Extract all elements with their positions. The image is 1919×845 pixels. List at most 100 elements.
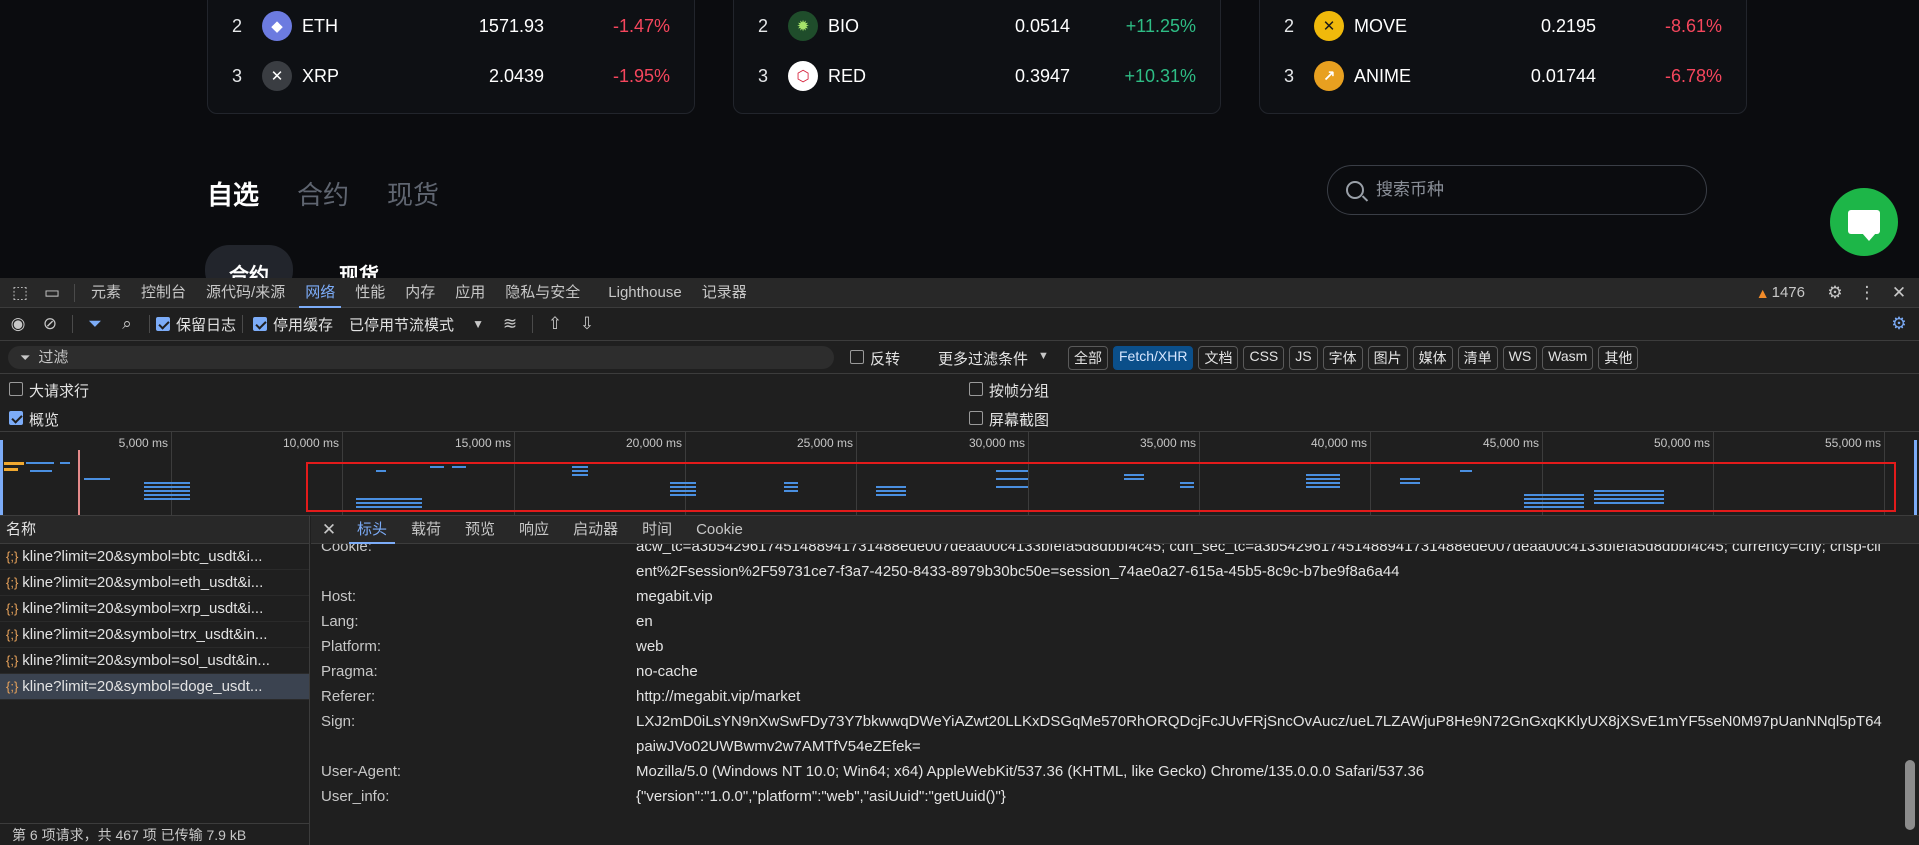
- filter-field[interactable]: ⏷: [8, 346, 834, 369]
- coin-search-input[interactable]: [1376, 180, 1676, 200]
- xrp-coin-icon: ✕: [262, 61, 292, 91]
- red-coin-icon: ⬡: [788, 61, 818, 91]
- tab-spot[interactable]: 现货: [387, 175, 439, 212]
- request-row-selected[interactable]: {;} kline?limit=20&symbol=doge_usdt...: [0, 674, 309, 700]
- chip-doc[interactable]: 文档: [1198, 346, 1239, 370]
- more-options-icon[interactable]: ⋮: [1857, 283, 1877, 303]
- tab-recorder[interactable]: 记录器: [692, 278, 757, 308]
- coin-search[interactable]: [1327, 165, 1707, 215]
- close-devtools-icon[interactable]: ✕: [1889, 283, 1909, 303]
- tab-console[interactable]: 控制台: [131, 278, 196, 308]
- tab-initiator[interactable]: 启动器: [561, 516, 630, 544]
- tab-network[interactable]: 网络: [295, 278, 345, 308]
- tab-response[interactable]: 响应: [507, 516, 561, 544]
- tab-futures[interactable]: 合约: [297, 175, 349, 212]
- market-row[interactable]: 2 ✕ MOVE 0.2195 -8.61%: [1260, 1, 1746, 51]
- tab-performance[interactable]: 性能: [345, 278, 395, 308]
- request-headers: Cookie: acw_tc=a3b5429617451488941731488…: [311, 544, 1901, 845]
- market-row[interactable]: 3 ↗ ANIME 0.01744 -6.78%: [1260, 51, 1746, 101]
- screenshots-label: 屏幕截图: [989, 412, 1050, 429]
- request-row[interactable]: {;} kline?limit=20&symbol=trx_usdt&in...: [0, 622, 309, 648]
- header-key: Lang:: [321, 613, 359, 630]
- details-scrollbar[interactable]: [1905, 760, 1915, 830]
- device-toolbar-icon[interactable]: ▭: [42, 283, 62, 303]
- close-details-icon[interactable]: ✕: [319, 520, 339, 540]
- tab-memory[interactable]: 内存: [395, 278, 445, 308]
- devtools-panel: ⬚ ▭ 元素 控制台 源代码/来源 网络 性能 内存 应用 隐私与安全 Ligh…: [0, 278, 1919, 845]
- tab-preview[interactable]: 预览: [453, 516, 507, 544]
- tab-favorites[interactable]: 自选: [207, 175, 259, 212]
- market-row[interactable]: 2 ◆ ETH 1571.93 -1.47%: [208, 1, 694, 51]
- market-row[interactable]: 2 ✹ BIO 0.0514 +11.25%: [734, 1, 1220, 51]
- chip-wasm[interactable]: Wasm: [1542, 346, 1594, 370]
- group-by-frame-checkbox[interactable]: [969, 382, 983, 396]
- filter-input[interactable]: [38, 349, 799, 366]
- network-settings-gear-icon[interactable]: ⚙: [1889, 314, 1909, 334]
- tab-timing[interactable]: 时间: [630, 516, 684, 544]
- settings-gear-icon[interactable]: ⚙: [1825, 283, 1845, 303]
- request-row[interactable]: {;} kline?limit=20&symbol=xrp_usdt&i...: [0, 596, 309, 622]
- export-har-icon[interactable]: ⇩: [577, 314, 597, 334]
- tab-sources[interactable]: 源代码/来源: [196, 278, 295, 308]
- request-row[interactable]: {;} kline?limit=20&symbol=eth_usdt&i...: [0, 570, 309, 596]
- more-filters-dropdown[interactable]: 更多过滤条件: [938, 348, 1028, 369]
- bio-coin-icon: ✹: [788, 11, 818, 41]
- chevron-down-icon[interactable]: ▼: [468, 314, 488, 334]
- name-column-header[interactable]: 名称: [0, 516, 309, 544]
- header-key: Cookie:: [321, 544, 372, 555]
- network-status-bar: 第 6 项请求，共 467 项 已传输 7.9 kB: [0, 823, 310, 845]
- devtools-tab-bar: ⬚ ▭ 元素 控制台 源代码/来源 网络 性能 内存 应用 隐私与安全 Ligh…: [0, 278, 1919, 308]
- import-har-icon[interactable]: ⇧: [545, 314, 565, 334]
- chip-js[interactable]: JS: [1289, 346, 1318, 370]
- chip-manifest[interactable]: 清单: [1457, 346, 1498, 370]
- chip-other[interactable]: 其他: [1598, 346, 1639, 370]
- overview-checkbox[interactable]: [9, 411, 23, 425]
- support-chat-button[interactable]: [1830, 188, 1898, 256]
- request-row[interactable]: {;} kline?limit=20&symbol=btc_usdt&i...: [0, 544, 309, 570]
- invert-checkbox[interactable]: [850, 350, 864, 364]
- warning-count[interactable]: 1476: [1772, 284, 1805, 301]
- coin-change: +11.25%: [1125, 15, 1196, 36]
- xhr-icon: {;}: [6, 575, 19, 590]
- tab-elements[interactable]: 元素: [81, 278, 131, 308]
- tab-headers[interactable]: 标头: [345, 516, 399, 544]
- tab-cookies[interactable]: Cookie: [684, 516, 755, 544]
- header-key: User_info:: [321, 788, 390, 805]
- chip-fetch-xhr[interactable]: Fetch/XHR: [1113, 346, 1194, 370]
- subtab-spot[interactable]: 现货: [315, 245, 403, 278]
- header-value: Mozilla/5.0 (Windows NT 10.0; Win64; x64…: [636, 763, 1425, 780]
- warning-icon: ▲: [1755, 284, 1770, 301]
- record-icon[interactable]: ◉: [8, 314, 28, 334]
- preserve-log-checkbox[interactable]: [156, 317, 170, 331]
- market-row[interactable]: 3 ⬡ RED 0.3947 +10.31%: [734, 51, 1220, 101]
- chip-css[interactable]: CSS: [1243, 346, 1285, 370]
- tab-lighthouse[interactable]: Lighthouse: [598, 278, 691, 308]
- big-rows-checkbox[interactable]: [9, 382, 23, 396]
- search-icon[interactable]: ⌕: [117, 314, 137, 334]
- chip-img[interactable]: 图片: [1367, 346, 1408, 370]
- disable-cache-checkbox[interactable]: [253, 317, 268, 331]
- divider: [72, 315, 73, 333]
- filter-funnel-icon[interactable]: ⏷: [85, 314, 105, 334]
- coin-change: -6.78%: [1664, 65, 1722, 86]
- network-conditions-icon[interactable]: ≋: [500, 314, 520, 334]
- tab-application[interactable]: 应用: [445, 278, 495, 308]
- inspect-element-icon[interactable]: ⬚: [10, 283, 30, 303]
- subtab-futures[interactable]: 合约: [205, 245, 293, 278]
- chip-ws[interactable]: WS: [1502, 346, 1538, 370]
- market-row[interactable]: 3 ✕ XRP 2.0439 -1.95%: [208, 51, 694, 101]
- tab-payload[interactable]: 载荷: [399, 516, 453, 544]
- clear-icon[interactable]: ⊘: [40, 314, 60, 334]
- header-value: acw_tc=a3b5429617451488941731488ede007de…: [636, 544, 1881, 580]
- chip-media[interactable]: 媒体: [1412, 346, 1453, 370]
- screenshots-checkbox[interactable]: [969, 411, 983, 425]
- xhr-icon: {;}: [6, 679, 19, 694]
- chip-all[interactable]: 全部: [1068, 346, 1108, 370]
- chat-bubble-icon: [1848, 210, 1880, 241]
- chip-font[interactable]: 字体: [1322, 346, 1363, 370]
- tab-privacy-security[interactable]: 隐私与安全: [495, 278, 590, 308]
- request-row[interactable]: {;} kline?limit=20&symbol=sol_usdt&in...: [0, 648, 309, 674]
- request-details: ✕ 标头 载荷 预览 响应 启动器 时间 Cookie Cookie: acw_…: [311, 516, 1919, 845]
- network-toolbar: ◉ ⊘ ⏷ ⌕ 保留日志 停用缓存 已停用节流模式 ▼ ≋ ⇧ ⇩ ⚙: [0, 308, 1919, 341]
- throttle-select[interactable]: 已停用节流模式: [349, 314, 454, 335]
